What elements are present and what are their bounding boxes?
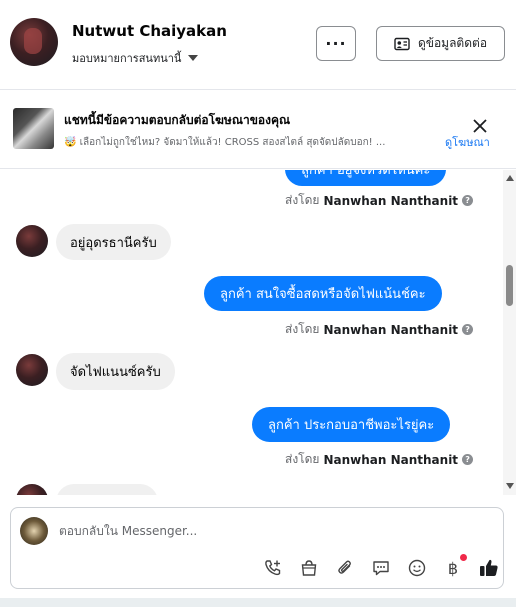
- thread-scrollbar[interactable]: [503, 170, 516, 495]
- message-text: ลูกค้า สนใจซื้อสดหรือจัดไฟแน้นช์คะ: [220, 287, 426, 302]
- reply-composer: ฿: [10, 507, 504, 589]
- baht-payment-icon[interactable]: ฿: [435, 554, 471, 582]
- call-add-icon[interactable]: [255, 554, 291, 582]
- message-text: ลูกค้า ประกอบอาชีพอะไรยู่คะ: [268, 418, 435, 433]
- baht-symbol: ฿: [447, 558, 459, 578]
- page-avatar: [20, 517, 48, 545]
- message-text: อยู่อุดรธานีครับ: [70, 235, 157, 251]
- sent-by-label: ส่งโดย Nanwhan Nanthanit ?: [285, 320, 474, 339]
- incoming-message[interactable]: จัดไฟแนนซ์ครับ: [56, 353, 175, 390]
- help-icon[interactable]: ?: [462, 195, 474, 206]
- sender-name: Nanwhan Nanthanit: [323, 322, 459, 337]
- sent-by-label: ส่งโดย Nanwhan Nanthanit ?: [285, 450, 474, 469]
- contact-name[interactable]: Nutwut Chaiyakan: [72, 22, 227, 40]
- reply-input[interactable]: [59, 517, 479, 545]
- composer-toolbar: ฿: [255, 554, 507, 582]
- saved-replies-icon[interactable]: [363, 554, 399, 582]
- shopping-bag-icon[interactable]: [291, 554, 327, 582]
- sent-by-prefix: ส่งโดย: [285, 322, 320, 336]
- contact-avatar[interactable]: [10, 18, 58, 66]
- outgoing-message[interactable]: ลูกค้า สนใจซื้อสดหรือจัดไฟแน้นช์คะ: [204, 276, 442, 311]
- view-ad-link[interactable]: ดูโฆษณา: [445, 133, 490, 151]
- sender-name: Nanwhan Nanthanit: [323, 193, 459, 208]
- ad-banner-description: 🤯 เลือกไม่ถูกใช่ไหม? จัดมาให้แล้ว! CROSS…: [64, 137, 386, 148]
- notification-dot: [460, 554, 467, 561]
- view-contact-info-label: ดูข้อมูลติดต่อ: [417, 36, 488, 50]
- message-text: ลูกค้า อยู่จังหวัดไหนคะ: [301, 170, 431, 178]
- message-thread[interactable]: ลูกค้า อยู่จังหวัดไหนคะ ส่งโดย Nanwhan N…: [0, 170, 503, 495]
- emoji-icon[interactable]: [399, 554, 435, 582]
- caret-down-icon: [188, 55, 199, 61]
- incoming-message[interactable]: [56, 484, 158, 495]
- contact-avatar-small[interactable]: [16, 225, 48, 257]
- ad-banner-title: แชทนี้มีข้อความตอบกลับต่อโฆษณาของคุณ: [64, 113, 291, 127]
- assign-conversation-dropdown[interactable]: มอบหมายการสนทนานี้: [72, 49, 199, 67]
- ad-reply-banner: แชทนี้มีข้อความตอบกลับต่อโฆษณาของคุณ 🤯 เ…: [0, 91, 516, 169]
- scroll-up-arrow-icon[interactable]: [506, 175, 514, 181]
- sent-by-prefix: ส่งโดย: [285, 193, 320, 207]
- contact-avatar-small[interactable]: [16, 484, 48, 495]
- outgoing-message[interactable]: ลูกค้า อยู่จังหวัดไหนคะ: [285, 170, 447, 186]
- more-options-button[interactable]: ···: [316, 26, 356, 61]
- help-icon[interactable]: ?: [462, 324, 474, 335]
- contact-card-icon: [394, 37, 410, 50]
- scroll-down-arrow-icon[interactable]: [506, 483, 514, 489]
- ad-thumbnail[interactable]: [13, 108, 54, 149]
- like-icon[interactable]: [471, 554, 507, 582]
- bottom-edge: [0, 598, 516, 607]
- assign-conversation-label: มอบหมายการสนทนานี้: [72, 52, 182, 65]
- view-contact-info-button[interactable]: ดูข้อมูลติดต่อ: [376, 26, 505, 61]
- attachment-icon[interactable]: [327, 554, 363, 582]
- help-icon[interactable]: ?: [462, 454, 474, 465]
- close-icon[interactable]: [472, 118, 488, 134]
- scrollbar-thumb[interactable]: [506, 265, 513, 306]
- contact-avatar-small[interactable]: [16, 354, 48, 386]
- more-dots-icon: ···: [325, 34, 347, 53]
- conversation-header: Nutwut Chaiyakan มอบหมายการสนทนานี้ ··· …: [0, 0, 516, 90]
- sent-by-prefix: ส่งโดย: [285, 452, 320, 466]
- incoming-message[interactable]: อยู่อุดรธานีครับ: [56, 224, 171, 260]
- message-text: จัดไฟแนนซ์ครับ: [70, 365, 161, 380]
- outgoing-message[interactable]: ลูกค้า ประกอบอาชีพอะไรยู่คะ: [252, 407, 451, 442]
- sent-by-label: ส่งโดย Nanwhan Nanthanit ?: [285, 191, 474, 210]
- sender-name: Nanwhan Nanthanit: [323, 452, 459, 467]
